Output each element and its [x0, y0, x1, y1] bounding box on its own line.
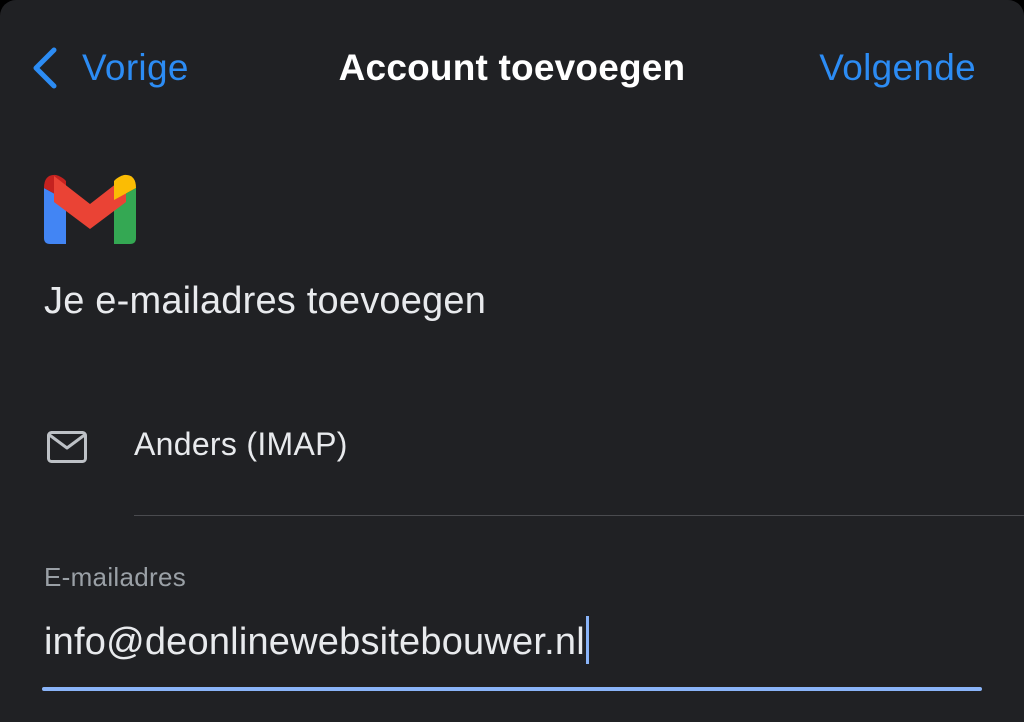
- email-field-value-wrap: info@deonlinewebsitebouwer.nl: [44, 616, 589, 664]
- email-field-focus-underline: [42, 687, 982, 691]
- email-field-label: E-mailadres: [44, 562, 187, 592]
- mail-envelope-icon: [46, 430, 88, 464]
- account-type-row[interactable]: Anders (IMAP): [0, 410, 1024, 514]
- add-account-screen: Vorige Account toevoegen Volgende Je e-m…: [0, 0, 1024, 722]
- next-button[interactable]: Volgende: [819, 40, 976, 96]
- email-field-value: info@deonlinewebsitebouwer.nl: [44, 621, 585, 663]
- gmail-logo-icon: [42, 172, 138, 246]
- text-caret: [585, 616, 589, 664]
- email-field[interactable]: info@deonlinewebsitebouwer.nl: [42, 608, 982, 694]
- add-email-heading: Je e-mailadres toevoegen: [44, 280, 487, 322]
- account-type-label: Anders (IMAP): [134, 426, 348, 462]
- row-divider: [134, 515, 1024, 516]
